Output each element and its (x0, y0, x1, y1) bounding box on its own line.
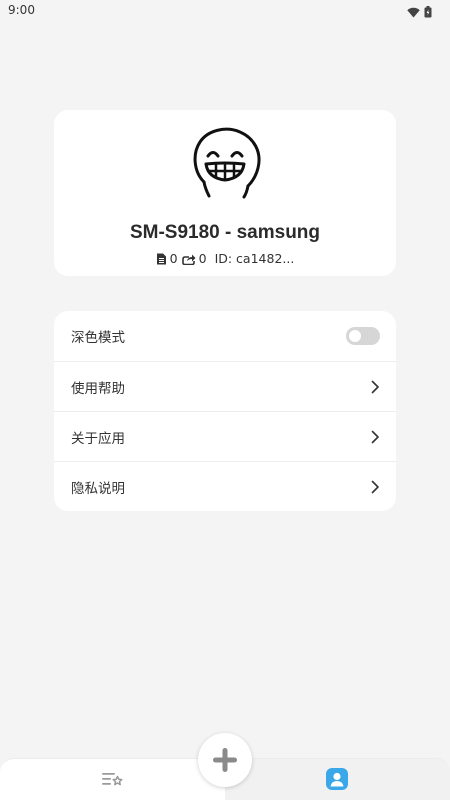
share-icon (181, 254, 196, 265)
settings-list: 深色模式 使用帮助 关于应用 隐私说明 (54, 311, 396, 511)
file-count: 0 (169, 251, 178, 266)
status-icons (407, 3, 432, 22)
privacy-label: 隐私说明 (71, 480, 125, 497)
status-bar: 9:00 (0, 0, 450, 22)
dark-mode-row[interactable]: 深色模式 (54, 311, 396, 361)
share-count: 0 (198, 251, 207, 266)
status-time: 9:00 (8, 3, 35, 17)
battery-icon (424, 3, 432, 22)
avatar[interactable] (186, 120, 266, 200)
chevron-right-icon (371, 480, 379, 493)
privacy-row[interactable]: 隐私说明 (54, 461, 396, 511)
wifi-icon (407, 3, 420, 22)
about-label: 关于应用 (71, 430, 125, 447)
device-stats: 0 0 ID: ca1482... (54, 251, 396, 266)
file-icon (156, 253, 166, 264)
profile-card: SM-S9180 - samsung 0 0 ID: ca1482... (54, 110, 396, 276)
share-count-stat: 0 (181, 251, 207, 266)
dark-mode-label: 深色模式 (71, 330, 125, 346)
dark-mode-toggle[interactable] (346, 327, 380, 345)
about-row[interactable]: 关于应用 (54, 411, 396, 461)
add-button[interactable] (198, 733, 252, 787)
smiley-avatar-icon (193, 127, 261, 199)
profile-icon (326, 768, 348, 790)
device-name: SM-S9180 - samsung (129, 222, 321, 243)
toggle-knob (349, 330, 361, 342)
plus-icon (213, 748, 237, 772)
help-row[interactable]: 使用帮助 (54, 361, 396, 411)
list-star-icon (102, 773, 123, 786)
help-label: 使用帮助 (71, 380, 125, 397)
chevron-right-icon (371, 430, 379, 443)
device-id: ID: ca1482... (214, 251, 295, 266)
nav-tab-list[interactable] (0, 758, 225, 800)
file-count-stat: 0 (156, 251, 178, 266)
chevron-right-icon (371, 380, 379, 393)
